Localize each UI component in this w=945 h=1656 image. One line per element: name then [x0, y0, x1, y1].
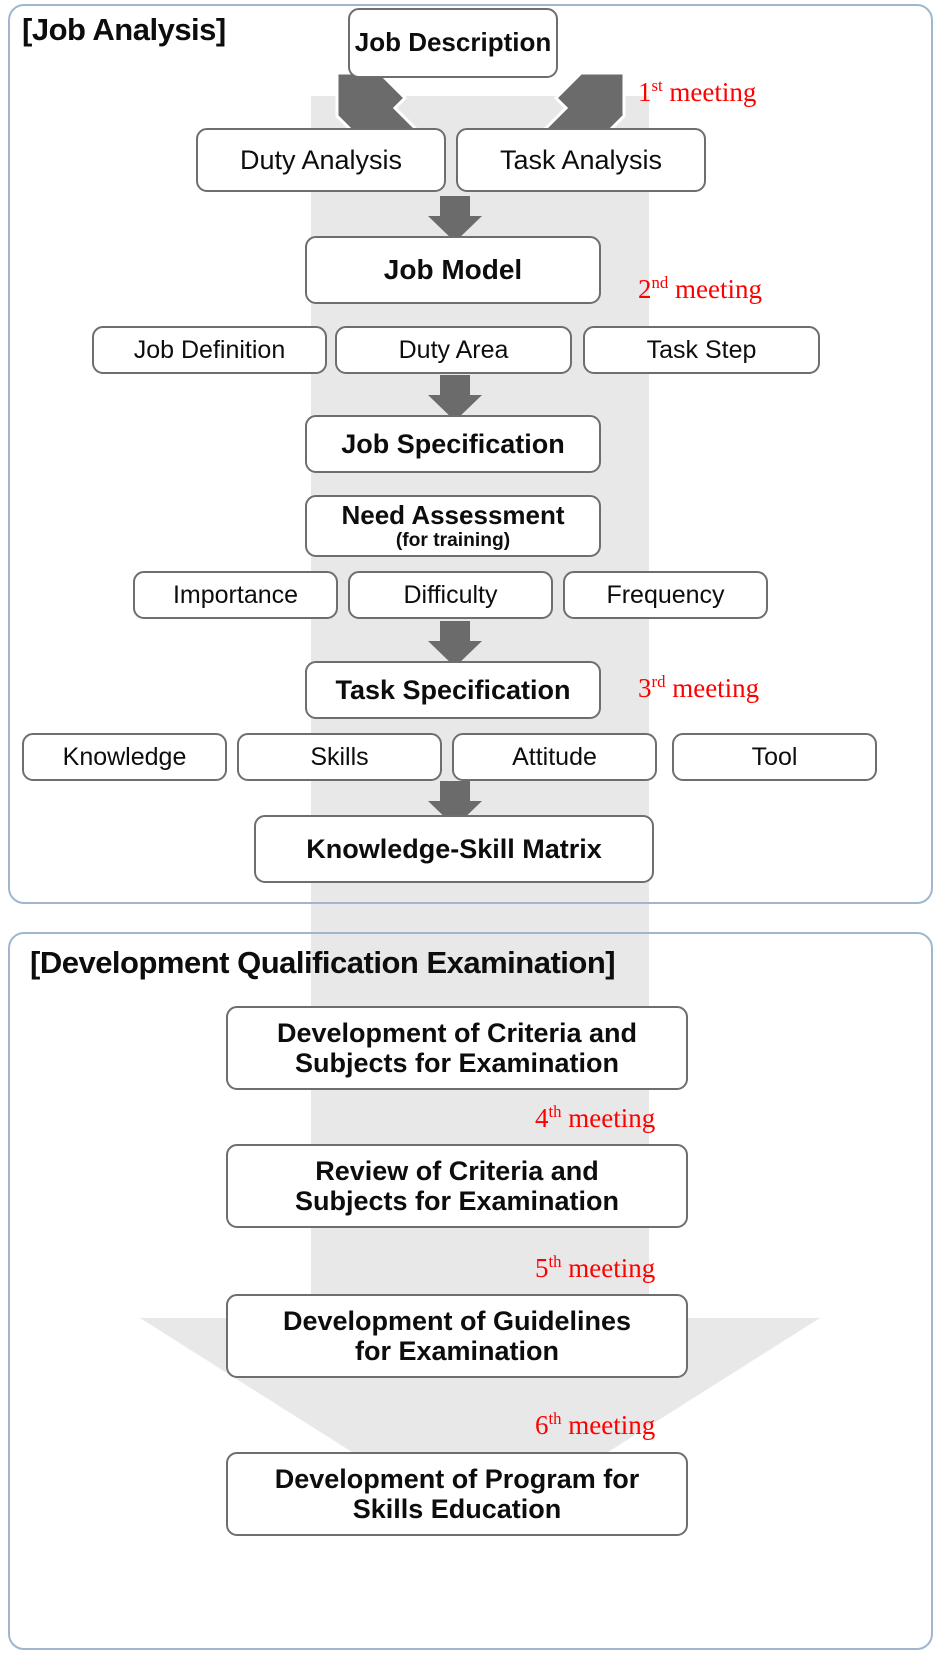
node-job-definition-label: Job Definition	[133, 336, 286, 364]
node-development-guidelines-line1: Development of Guidelines	[282, 1305, 632, 1336]
node-review-criteria-subjects-line2: Subjects for Examination	[294, 1186, 620, 1216]
section-title-development-qualification-examination: [Development Qualification Examination]	[30, 945, 616, 980]
meeting-3-ordinal: 3	[638, 673, 652, 703]
node-skills-label: Skills	[310, 743, 369, 771]
meeting-6-label: meeting	[561, 1410, 656, 1440]
node-knowledge-skill-matrix[interactable]: Knowledge-Skill Matrix	[254, 815, 654, 883]
meeting-2-suffix: nd	[651, 273, 669, 292]
node-duty-area[interactable]: Duty Area	[335, 326, 572, 374]
node-task-specification-label: Task Specification	[335, 674, 571, 705]
meeting-label-6: 6th meeting	[535, 1410, 655, 1441]
node-importance-label: Importance	[172, 581, 299, 609]
node-job-description-label: Job Description	[354, 27, 552, 58]
meeting-4-ordinal: 4	[535, 1103, 549, 1133]
meeting-4-suffix: th	[548, 1102, 562, 1121]
node-attitude[interactable]: Attitude	[452, 733, 657, 781]
node-need-assessment-label: Need Assessment	[341, 499, 565, 530]
meeting-2-ordinal: 2	[638, 274, 652, 304]
node-tool-label: Tool	[751, 743, 798, 771]
node-need-assessment[interactable]: Need Assessment (for training)	[305, 495, 601, 557]
node-tool[interactable]: Tool	[672, 733, 877, 781]
meeting-5-ordinal: 5	[535, 1253, 549, 1283]
node-task-specification[interactable]: Task Specification	[305, 661, 601, 719]
meeting-1-ordinal: 1	[638, 77, 652, 107]
meeting-4-label: meeting	[561, 1103, 656, 1133]
node-duty-area-label: Duty Area	[398, 336, 509, 364]
meeting-label-5: 5th meeting	[535, 1253, 655, 1284]
node-task-analysis-label: Task Analysis	[499, 144, 663, 175]
node-review-criteria-subjects[interactable]: Review of Criteria and Subjects for Exam…	[226, 1144, 688, 1228]
meeting-label-1: 1st meeting	[638, 77, 756, 108]
node-task-step[interactable]: Task Step	[583, 326, 820, 374]
meeting-label-3: 3rd meeting	[638, 673, 759, 704]
meeting-6-ordinal: 6	[535, 1410, 549, 1440]
meeting-label-4: 4th meeting	[535, 1103, 655, 1134]
section-title-job-analysis: [Job Analysis]	[22, 12, 226, 47]
node-development-guidelines[interactable]: Development of Guidelines for Examinatio…	[226, 1294, 688, 1378]
meeting-1-suffix: st	[651, 76, 663, 95]
node-job-specification[interactable]: Job Specification	[305, 415, 601, 473]
node-difficulty[interactable]: Difficulty	[348, 571, 553, 619]
node-development-program-skills-education-line2: Skills Education	[352, 1494, 562, 1524]
node-knowledge-skill-matrix-label: Knowledge-Skill Matrix	[306, 833, 602, 864]
meeting-5-label: meeting	[561, 1253, 656, 1283]
node-development-guidelines-line2: for Examination	[354, 1336, 560, 1366]
node-need-assessment-sublabel: (for training)	[395, 529, 511, 551]
node-task-step-label: Task Step	[646, 336, 757, 364]
node-job-specification-label: Job Specification	[341, 428, 565, 459]
meeting-3-label: meeting	[665, 673, 760, 703]
meeting-6-suffix: th	[548, 1409, 562, 1428]
node-knowledge-label: Knowledge	[62, 743, 187, 771]
meeting-5-suffix: th	[548, 1252, 562, 1271]
meeting-3-suffix: rd	[651, 672, 666, 691]
meeting-label-2: 2nd meeting	[638, 274, 762, 305]
node-frequency-label: Frequency	[606, 581, 725, 609]
node-development-criteria-subjects[interactable]: Development of Criteria and Subjects for…	[226, 1006, 688, 1090]
node-difficulty-label: Difficulty	[403, 581, 498, 609]
node-job-description[interactable]: Job Description	[348, 8, 558, 78]
node-development-criteria-subjects-line2: Subjects for Examination	[294, 1048, 620, 1078]
node-task-analysis[interactable]: Task Analysis	[456, 128, 706, 192]
node-skills[interactable]: Skills	[237, 733, 442, 781]
node-development-criteria-subjects-line1: Development of Criteria and	[276, 1017, 638, 1048]
node-attitude-label: Attitude	[512, 743, 597, 771]
node-frequency[interactable]: Frequency	[563, 571, 768, 619]
node-knowledge[interactable]: Knowledge	[22, 733, 227, 781]
node-job-definition[interactable]: Job Definition	[92, 326, 327, 374]
node-development-program-skills-education[interactable]: Development of Program for Skills Educat…	[226, 1452, 688, 1536]
node-duty-analysis-label: Duty Analysis	[239, 144, 403, 175]
node-development-program-skills-education-line1: Development of Program for	[274, 1463, 640, 1494]
node-importance[interactable]: Importance	[133, 571, 338, 619]
node-duty-analysis[interactable]: Duty Analysis	[196, 128, 446, 192]
meeting-1-label: meeting	[662, 77, 757, 107]
node-job-model-label: Job Model	[383, 254, 523, 286]
node-review-criteria-subjects-line1: Review of Criteria and	[315, 1155, 599, 1186]
meeting-2-label: meeting	[668, 274, 762, 304]
node-job-model[interactable]: Job Model	[305, 236, 601, 304]
